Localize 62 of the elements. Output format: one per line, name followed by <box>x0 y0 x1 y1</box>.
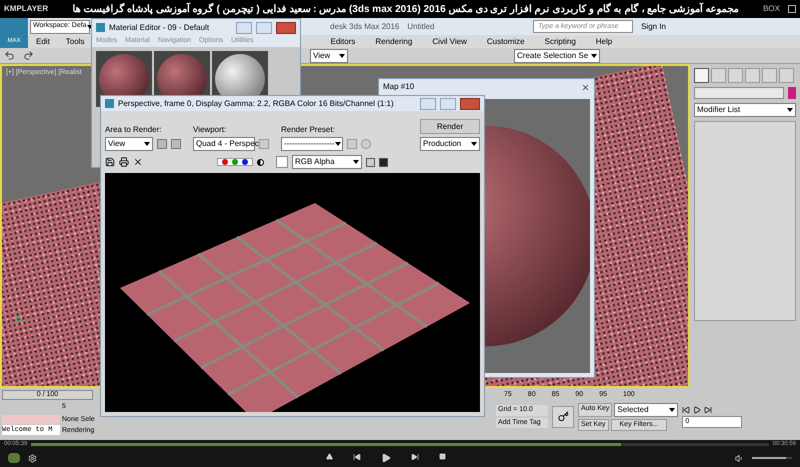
eject-icon[interactable] <box>326 453 333 460</box>
window-title: Material Editor - 09 - Default <box>109 22 210 34</box>
undo-icon[interactable] <box>4 50 15 61</box>
save-icon[interactable] <box>105 157 115 167</box>
selection-set-dropdown[interactable]: Create Selection Se <box>514 48 600 62</box>
previous-icon[interactable] <box>353 453 361 461</box>
field-label: Area to Render: <box>105 124 162 136</box>
settings-icon[interactable] <box>28 454 37 462</box>
area-dropdown[interactable]: View <box>105 137 153 151</box>
go-end-icon[interactable] <box>704 406 712 414</box>
app-title: desk 3ds Max 2016 <box>330 20 400 32</box>
monochrome-icon[interactable] <box>257 158 264 166</box>
clear-icon[interactable] <box>133 157 143 167</box>
axis-icon <box>14 311 26 323</box>
volume-icon[interactable] <box>735 454 744 462</box>
menu-item[interactable]: Customize <box>486 36 525 48</box>
next-icon[interactable] <box>411 453 419 461</box>
go-start-icon[interactable] <box>682 406 690 414</box>
color-swatch[interactable] <box>788 87 796 99</box>
field-label: Render Preset: <box>281 124 336 136</box>
caret-icon <box>353 160 359 164</box>
caret-icon <box>339 54 345 58</box>
play-icon[interactable] <box>693 406 702 414</box>
production-dropdown[interactable]: Production <box>420 137 480 151</box>
app-icon <box>96 23 105 32</box>
print-icon[interactable] <box>119 157 129 167</box>
caret-icon <box>144 142 150 146</box>
key-button[interactable] <box>552 406 574 428</box>
caret-icon <box>334 142 341 146</box>
app-icon <box>105 99 114 108</box>
caret-icon <box>591 54 597 58</box>
view-dropdown[interactable]: View <box>310 48 348 62</box>
preset-dropdown[interactable]: ------------------- <box>281 137 343 151</box>
redo-icon[interactable] <box>23 50 34 61</box>
modifier-list-dropdown[interactable]: Modifier List <box>694 103 796 117</box>
stop-icon[interactable] <box>439 453 446 460</box>
window-title: Perspective, frame 0, Display Gamma: 2.2, RGBA Color 16 Bits/Channel (1:1) <box>118 98 395 110</box>
field-label: Viewport: <box>193 124 228 136</box>
menu-item[interactable]: Editors <box>330 36 356 48</box>
window-title: Map #10 <box>383 81 416 93</box>
channel-dropdown[interactable]: RGB Alpha <box>292 155 362 169</box>
seek-bar[interactable] <box>31 443 769 446</box>
sign-in-link[interactable]: Sign In <box>641 20 666 32</box>
key-mode-dropdown[interactable]: Selected <box>614 402 678 416</box>
name-field[interactable] <box>694 87 784 99</box>
menu-item[interactable]: Help <box>596 36 612 48</box>
render-button[interactable]: Render <box>420 119 480 134</box>
box-label: BOX <box>763 3 780 15</box>
color-swatch[interactable] <box>276 156 288 168</box>
menu-item[interactable]: Edit <box>36 36 50 48</box>
player-logo: KMPLAYER <box>4 3 48 15</box>
menu-item[interactable]: Tools <box>66 36 84 48</box>
menu-item[interactable]: Civil View <box>432 36 467 48</box>
caret-icon <box>787 108 793 112</box>
menu-item[interactable]: Scripting <box>544 36 576 48</box>
key-icon <box>558 411 568 422</box>
caret-icon <box>669 408 676 412</box>
caret-icon <box>471 142 477 146</box>
menu-item[interactable]: Rendering <box>375 36 412 48</box>
window-title: مجموعه آموزشی جامع ، گام به گام و کاربردی نرم افزار تری دی مکس 2016 (3ds max 2016) مدرس : سعید فدایی ( تیچرمن ) گروه آموزشی پادشاه گرافیست ها <box>72 2 740 16</box>
panel-tab[interactable] <box>694 68 709 83</box>
file-name: Untitled <box>407 20 434 32</box>
